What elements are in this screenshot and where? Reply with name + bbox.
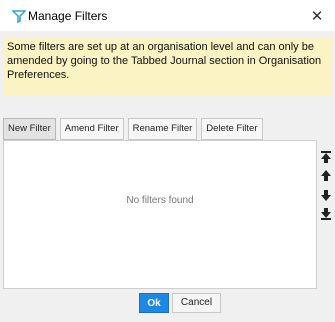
arrow-bottom-icon[interactable] [319, 207, 333, 221]
filter-icon [12, 10, 26, 23]
cancel-button[interactable]: Cancel [172, 293, 221, 313]
filters-list[interactable]: No filters found [3, 140, 317, 289]
amend-filter-button[interactable]: Amend Filter [59, 118, 124, 140]
filter-toolbar: New Filter Amend Filter Rename Filter De… [3, 118, 263, 140]
new-filter-button[interactable]: New Filter [3, 118, 56, 140]
close-button[interactable]: ✕ [299, 0, 335, 31]
arrow-top-icon[interactable] [319, 150, 333, 164]
ok-button[interactable]: Ok [139, 293, 169, 313]
delete-filter-button[interactable]: Delete Filter [201, 118, 263, 140]
empty-list-message: No filters found [126, 195, 194, 206]
rename-filter-button[interactable]: Rename Filter [127, 118, 198, 140]
arrow-down-icon[interactable] [319, 188, 333, 202]
info-message: Some filters are set up at an organisati… [3, 37, 332, 96]
arrow-up-icon[interactable] [319, 169, 333, 183]
manage-filters-dialog: Manage Filters ✕ Some filters are set up… [0, 0, 335, 322]
close-icon: ✕ [310, 7, 324, 25]
title-bar: Manage Filters ✕ [0, 0, 335, 31]
dialog-footer: Ok Cancel [0, 290, 335, 322]
window-title: Manage Filters [28, 9, 108, 23]
